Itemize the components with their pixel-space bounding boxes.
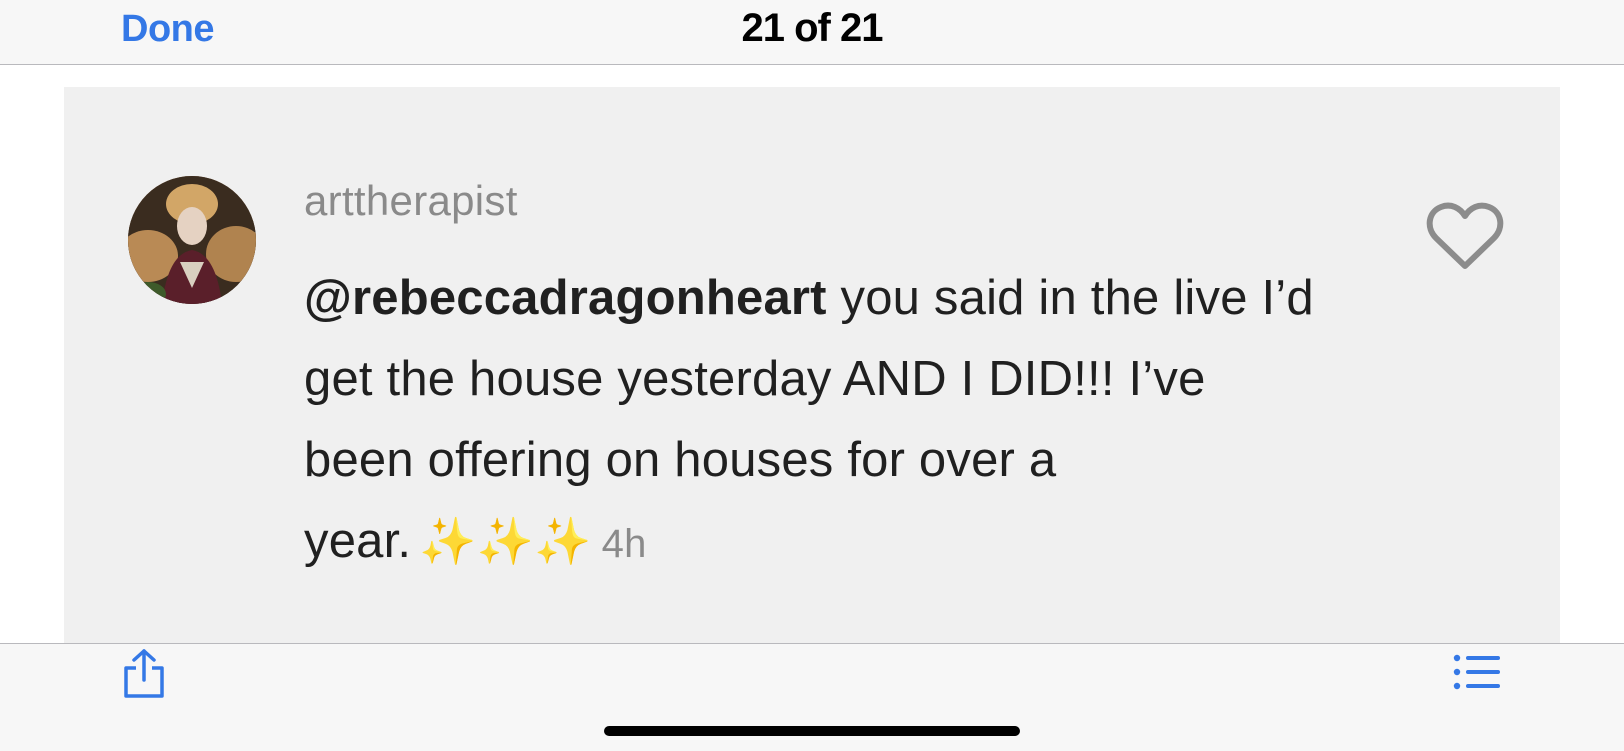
sparkles-emoji: ✨✨✨ [419, 515, 592, 567]
home-indicator[interactable] [604, 726, 1020, 736]
photo-viewer-content: arttherapist @rebeccadragonheart you sai… [0, 65, 1624, 643]
comment-screenshot: arttherapist @rebeccadragonheart you sai… [64, 87, 1560, 643]
avatar-portrait-image [128, 176, 256, 304]
top-navigation-bar: Done 21 of 21 [0, 0, 1624, 65]
heart-icon[interactable] [1426, 202, 1504, 272]
list-icon[interactable] [1452, 652, 1502, 692]
comment-timestamp: 4h [601, 522, 647, 566]
share-icon[interactable] [120, 648, 168, 700]
comment-body: @rebeccadragonheart you said in the live… [304, 258, 1314, 585]
avatar [128, 176, 256, 304]
comment-mention: @rebeccadragonheart [304, 271, 827, 325]
comment-username: arttherapist [304, 177, 518, 224]
page-counter: 21 of 21 [741, 6, 884, 50]
bottom-toolbar [0, 643, 1624, 751]
